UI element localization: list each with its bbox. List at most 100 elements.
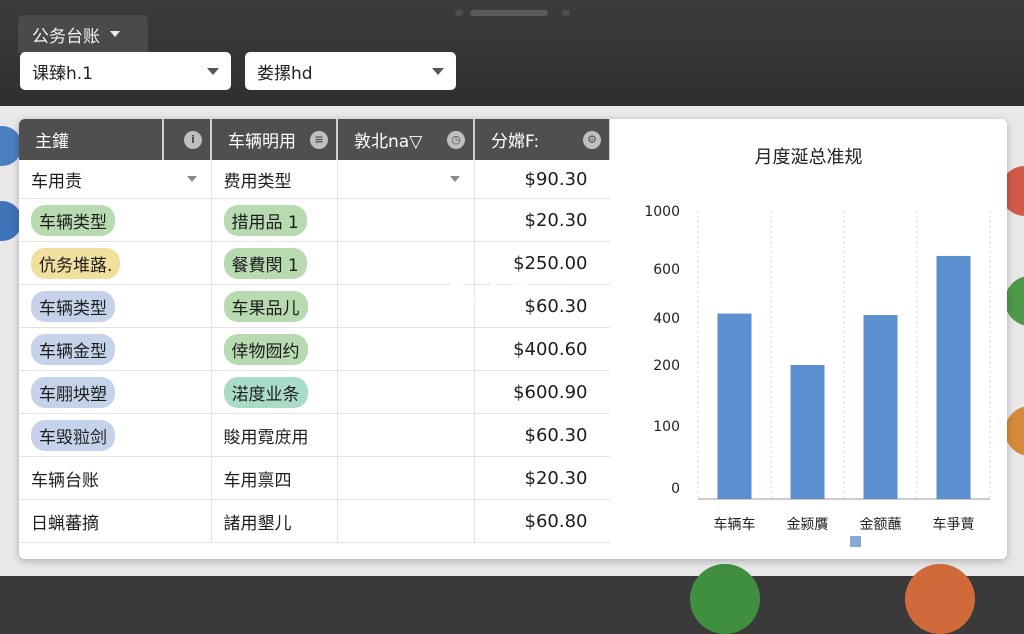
cell-text: $400.60: [513, 338, 588, 360]
chevron-down-icon: [110, 31, 120, 37]
cell-text: $60.30: [524, 424, 588, 446]
table-cell[interactable]: [337, 499, 475, 543]
y-tick-label: 600: [653, 262, 680, 278]
cell-text: 车用禀四: [223, 470, 292, 491]
filter-cell[interactable]: 费用类型: [211, 160, 338, 199]
table-cell[interactable]: 车翢坱塑: [19, 370, 212, 414]
table-cell[interactable]: [337, 327, 475, 371]
table-cell[interactable]: 车用禀四: [211, 456, 338, 500]
table-cell[interactable]: [337, 413, 475, 457]
table-row[interactable]: 车毁翋剑 賐用霓庻用 $60.30: [19, 413, 611, 457]
monthly-summary-chart: 月度涎总准规 0 100 200 400 600 1000 车辆车 金颍贋 金额蘸 车爭蕒: [610, 119, 1007, 559]
tag-pill: 车果品儿: [223, 290, 308, 322]
filter-cell[interactable]: 车用责: [19, 160, 212, 199]
background-avatar: [1005, 276, 1024, 326]
cell-text: 諸用墾儿: [223, 513, 292, 534]
table-cell[interactable]: 车毁翋剑: [19, 413, 212, 457]
cell-text: 日蝋蕃摘: [31, 513, 99, 534]
tag-pill: 车辆类型: [31, 204, 115, 236]
background-avatar: [905, 564, 975, 634]
filter-select-2[interactable]: 娄摞hd: [245, 52, 456, 90]
tag-pill: 渃度业条: [223, 376, 308, 408]
table-cell[interactable]: $60.80: [474, 499, 611, 543]
table-header-row: 主鑵 i 车辆明用 ≡ 敦北na▽ ◷ 分嫦F: ⚙: [19, 119, 611, 160]
cell-text: 车辆台账: [31, 470, 99, 491]
filter-row: 车用责 费用类型 $90.30: [19, 160, 611, 199]
table-cell[interactable]: 餐費閔 1: [211, 241, 338, 285]
table-cell[interactable]: $60.30: [474, 413, 611, 457]
expense-table: 主鑵 i 车辆明用 ≡ 敦北na▽ ◷ 分嫦F: ⚙ 车用责 费用类型 $90.30 …: [19, 119, 611, 543]
table-cell[interactable]: $600.90: [474, 370, 611, 414]
app-tab[interactable]: 公务台账: [18, 15, 148, 53]
y-tick-label: 0: [671, 481, 680, 497]
table-row[interactable]: 车辆类型 措用品 1 $20.30: [19, 198, 611, 242]
chevron-down-icon: [207, 67, 219, 75]
settings-icon[interactable]: ⚙: [583, 130, 601, 149]
bar: [863, 315, 898, 499]
table-cell[interactable]: $20.30: [474, 198, 611, 242]
legend-swatch: [850, 536, 861, 547]
tag-pill: 车翢坱塑: [31, 376, 115, 408]
table-cell[interactable]: 賐用霓庻用: [211, 413, 338, 457]
x-tick-label: 车爭蕒: [933, 516, 975, 533]
column-header[interactable]: 分嫦F: ⚙: [474, 119, 611, 160]
column-header[interactable]: i: [163, 119, 212, 160]
filter-select-value: 课臻h.1: [32, 63, 93, 84]
table-cell[interactable]: 车辆台账: [19, 456, 212, 500]
cell-text: $60.80: [524, 510, 588, 532]
column-header[interactable]: 敦北na▽ ◷: [337, 119, 475, 160]
tag-pill: 餐費閔 1: [223, 247, 307, 279]
clock-icon[interactable]: ◷: [447, 130, 465, 149]
chevron-down-icon[interactable]: [186, 176, 197, 182]
table-cell[interactable]: 日蝋蕃摘: [19, 499, 212, 543]
y-tick-label: 200: [653, 358, 680, 374]
table-row[interactable]: 车辆台账 车用禀四 $20.30: [19, 456, 611, 500]
table-cell[interactable]: 车辆类型: [19, 284, 212, 328]
tag-pill: 车毁翋剑: [31, 419, 115, 451]
bar-chart: 0 100 200 400 600 1000 车辆车 金颍贋 金额蘸 车爭蕒: [644, 204, 991, 547]
background-avatar: [1005, 406, 1024, 456]
table-cell[interactable]: 渃度业条: [211, 370, 338, 414]
grab-dot: [562, 10, 570, 16]
column-header[interactable]: 主鑵: [19, 119, 164, 160]
tag-pill: 车辆类型: [31, 290, 115, 322]
ledger-panel: 主鑵 i 车辆明用 ≡ 敦北na▽ ◷ 分嫦F: ⚙ 车用责 费用类型 $90.30 …: [19, 119, 1007, 559]
window-grab-handle[interactable]: [470, 10, 548, 16]
cell-text: $600.90: [513, 381, 588, 403]
column-header[interactable]: 车辆明用 ≡: [211, 119, 338, 160]
chevron-down-icon[interactable]: [449, 176, 460, 182]
filter-cell[interactable]: [337, 160, 475, 199]
watermark-text: 游戏之家: [517, 277, 566, 291]
cell-text: $60.30: [524, 295, 588, 317]
filter-select-1[interactable]: 课臻h.1: [20, 52, 231, 90]
table-cell[interactable]: $400.60: [474, 327, 611, 371]
table-cell[interactable]: 伉务堆蕗.: [19, 241, 212, 285]
table-cell[interactable]: 车辆金型: [19, 327, 212, 371]
table-cell[interactable]: [337, 370, 475, 414]
table-cell[interactable]: 倖物囫约: [211, 327, 338, 371]
cell-text: $20.30: [524, 467, 588, 489]
table-cell[interactable]: 諸用墾儿: [211, 499, 338, 543]
background-avatar: [690, 564, 760, 634]
table-cell[interactable]: 车辆类型: [19, 198, 212, 242]
table-row[interactable]: 车辆金型 倖物囫约 $400.60: [19, 327, 611, 371]
sort-icon[interactable]: ≡: [310, 130, 328, 149]
tag-pill: 伉务堆蕗.: [31, 247, 121, 279]
bar: [936, 255, 971, 499]
x-tick-label: 车辆车: [714, 516, 756, 533]
cell-text: $20.30: [524, 209, 588, 231]
table-cell[interactable]: $20.30: [474, 456, 611, 500]
table-cell[interactable]: [337, 198, 475, 242]
toolbar: 公务台账 课臻h.1 娄摞hd: [0, 0, 1024, 106]
app-tab-label: 公务台账: [32, 26, 100, 47]
bar: [717, 313, 752, 499]
info-icon[interactable]: i: [184, 130, 202, 149]
table-cell[interactable]: [337, 456, 475, 500]
x-tick-label: 金额蘸: [860, 517, 902, 533]
table-row[interactable]: 日蝋蕃摘 諸用墾儿 $60.80: [19, 499, 611, 543]
table-cell[interactable]: 车果品儿: [211, 284, 338, 328]
table-cell[interactable]: 措用品 1: [211, 198, 338, 242]
bar: [790, 365, 825, 499]
table-row[interactable]: 车翢坱塑 渃度业条 $600.90: [19, 370, 611, 414]
y-tick-label: 1000: [644, 204, 680, 220]
